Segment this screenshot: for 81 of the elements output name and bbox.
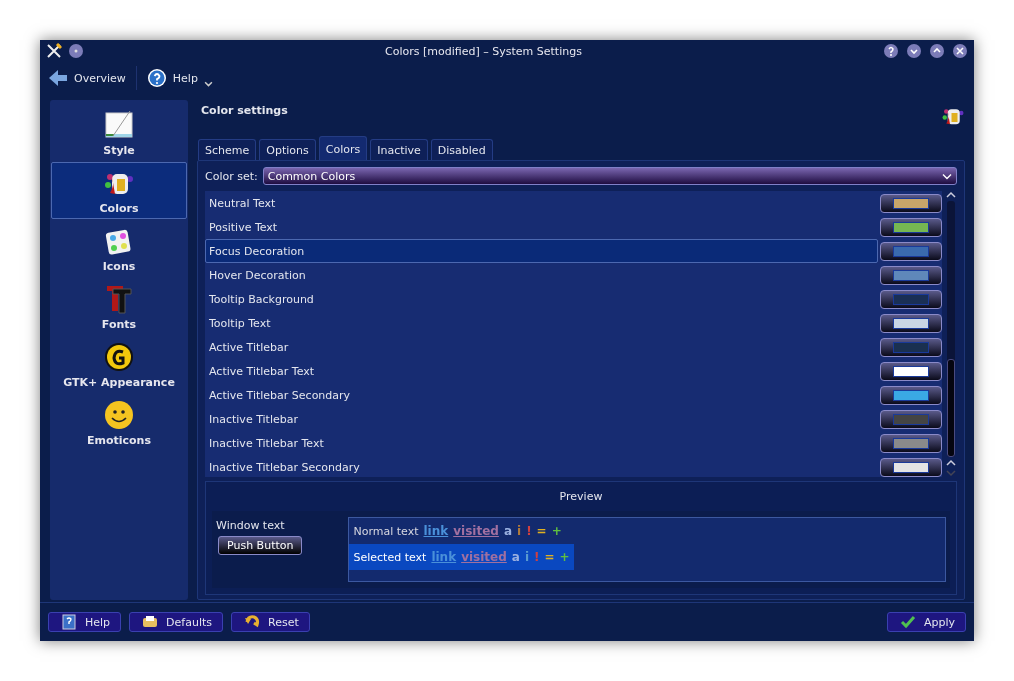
color-picker-button[interactable] — [880, 217, 942, 237]
color-picker-button[interactable] — [880, 385, 942, 405]
sample-text: = — [536, 524, 547, 538]
defaults-icon — [142, 614, 159, 630]
caret-icon — [203, 80, 213, 88]
sample-link[interactable]: link — [423, 524, 449, 538]
undo-arrow-icon — [244, 614, 260, 630]
color-role-item[interactable]: Inactive Titlebar — [205, 407, 878, 431]
sample-text: ! — [534, 550, 540, 564]
color-role-item[interactable]: Neutral Text — [205, 191, 878, 215]
sample-text: i — [524, 550, 529, 564]
maximize-icon[interactable] — [929, 43, 945, 59]
tools-icon[interactable] — [46, 43, 62, 59]
color-picker-button[interactable] — [880, 193, 942, 213]
help-icon[interactable] — [883, 43, 899, 59]
sample-text: + — [551, 524, 562, 538]
window-pencil-icon — [103, 108, 135, 141]
color-role-item[interactable]: Inactive Titlebar Text — [205, 431, 878, 455]
sidebar-item[interactable]: Fonts — [51, 278, 187, 335]
color-set-dropdown[interactable]: Common Colors — [262, 167, 957, 185]
tab[interactable]: Options — [259, 139, 316, 160]
color-picker-button[interactable] — [880, 337, 942, 357]
tab[interactable]: Colors — [318, 136, 368, 160]
sample-text: + — [559, 550, 570, 564]
sample-text: ! — [526, 524, 532, 538]
help-icon — [146, 68, 167, 88]
color-picker-button[interactable] — [880, 409, 942, 429]
back-arrow-icon — [48, 68, 68, 88]
sidebar-item[interactable]: Style — [51, 104, 187, 161]
sidebar-item[interactable]: Icons — [51, 220, 187, 277]
scrollbar-track[interactable] — [947, 201, 955, 457]
color-picker-button[interactable] — [880, 457, 942, 477]
color-role-item[interactable]: Positive Text — [205, 215, 878, 239]
preview-title: Preview — [559, 490, 603, 503]
pin-icon[interactable] — [68, 43, 84, 59]
color-role-item[interactable]: Tooltip Background — [205, 287, 878, 311]
page-heading: Color settings — [201, 104, 288, 117]
help-book-icon — [61, 614, 77, 630]
sample-text: Selected text — [353, 550, 427, 564]
color-role-item[interactable]: Active Titlebar — [205, 335, 878, 359]
checkmark-icon — [899, 614, 916, 630]
color-role-item[interactable]: Hover Decoration — [205, 263, 878, 287]
sidebar-item[interactable]: Emoticons — [51, 394, 187, 451]
smiley-icon — [103, 398, 135, 431]
help-button[interactable]: Help — [144, 66, 215, 90]
color-picker-button[interactable] — [880, 433, 942, 453]
sidebar-item[interactable]: Colors — [51, 162, 187, 219]
reset-button[interactable]: Reset — [231, 612, 310, 632]
footprint-icon — [103, 340, 135, 373]
color-role-item[interactable]: Active Titlebar Secondary — [205, 383, 878, 407]
push-button[interactable]: Push Button — [218, 536, 303, 555]
window-title: Colors [modified] – System Settings — [384, 44, 583, 58]
close-icon[interactable] — [952, 43, 968, 59]
color-picker-button[interactable] — [880, 361, 942, 381]
scrollbar-thumb[interactable] — [947, 359, 955, 457]
color-set-label: Color set: — [205, 169, 258, 183]
sample-text: a — [511, 550, 520, 564]
defaults-button[interactable]: Defaults — [129, 612, 223, 632]
tab[interactable]: Disabled — [430, 139, 493, 160]
color-role-item[interactable]: Focus Decoration — [205, 239, 878, 263]
sample-text: = — [544, 550, 555, 564]
color-picker-button[interactable] — [880, 241, 942, 261]
help-button[interactable]: Help — [48, 612, 122, 632]
sample-text: a — [503, 524, 512, 538]
sample-text: Normal text — [353, 524, 419, 538]
color-picker-button[interactable] — [880, 265, 942, 285]
color-role-item[interactable]: Inactive Titlebar Secondary — [205, 455, 878, 479]
apply-button[interactable]: Apply — [886, 612, 966, 632]
color-role-item[interactable]: Tooltip Text — [205, 311, 878, 335]
window-text-sample: Window text — [216, 519, 286, 532]
color-picker-button[interactable] — [880, 289, 942, 309]
sample-text: i — [517, 524, 522, 538]
overview-button[interactable]: Overview — [46, 66, 128, 90]
scroll-up-icon[interactable] — [946, 459, 956, 467]
scroll-up-icon[interactable] — [946, 191, 956, 199]
sidebar-item[interactable]: GTK+ Appearance — [51, 336, 187, 393]
color-role-item[interactable]: Active Titlebar Text — [205, 359, 878, 383]
tab[interactable]: Inactive — [370, 139, 428, 160]
minimize-icon[interactable] — [906, 43, 922, 59]
color-picker-button[interactable] — [880, 313, 942, 333]
tab[interactable]: Scheme — [198, 139, 257, 160]
